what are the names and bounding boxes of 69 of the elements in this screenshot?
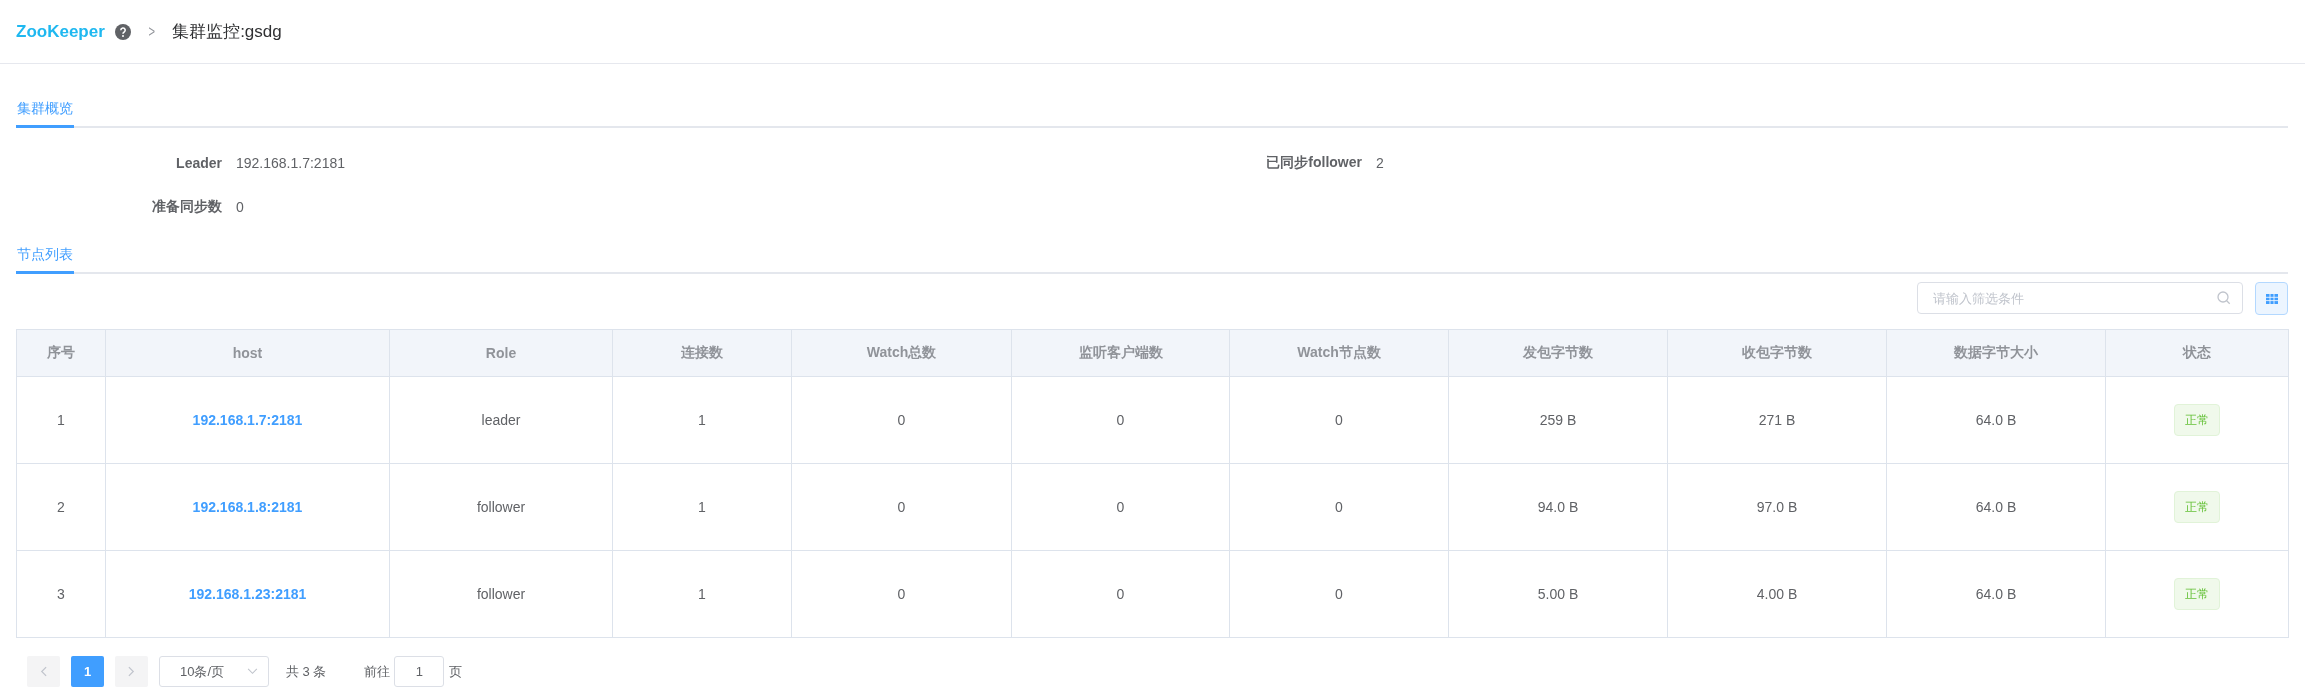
column-header: 发包字节数 [1448,329,1668,377]
column-header: host [105,329,390,377]
page-input[interactable]: 1 [394,656,445,687]
page-number[interactable]: 1 [71,656,104,687]
goto-label: 前往 [364,662,391,681]
table-cell: 64.0 B [1886,463,2106,551]
column-header: 数据字节大小 [1886,329,2106,377]
table-cell: 0 [791,376,1012,464]
table-cell: 1 [612,550,792,638]
column-header: 收包字节数 [1667,329,1887,377]
column-header: Watch节点数 [1229,329,1449,377]
column-header: 连接数 [612,329,792,377]
search-icon [2217,291,2231,305]
host-link[interactable]: 192.168.1.23:2181 [188,586,307,602]
table-cell: 1 [612,376,792,464]
field-label: Leader [175,155,222,171]
column-header: Role [389,329,613,377]
table-cell: 0 [791,550,1012,638]
host-link[interactable]: 192.168.1.8:2181 [192,499,303,515]
table-cell: 2 [16,463,106,551]
host-link[interactable]: 192.168.1.7:2181 [192,412,303,428]
field-value: 2 [1376,155,1384,171]
field-label: 准备同步数 [151,198,222,216]
table-cell: 0 [1011,463,1230,551]
column-header: 序号 [16,329,106,377]
table-cell: 0 [1229,463,1449,551]
table-cell: leader [389,376,613,464]
status-tag: 正常 [2174,491,2220,523]
table-cell: 0 [791,463,1012,551]
table-cell: 5.00 B [1448,550,1668,638]
chevron-right-icon [128,666,135,677]
breadcrumb-separator: > [148,22,155,41]
page-size-select[interactable]: 10条/页 [159,656,269,687]
search-field[interactable]: 请输入筛选条件 [1917,282,2243,314]
field-label: 已同步follower [1265,154,1362,172]
table-cell: 0 [1229,550,1449,638]
field-value: 192.168.1.7:2181 [236,155,345,171]
page-title: 集群监控:gsdg [172,21,282,43]
column-settings-button[interactable] [2255,282,2288,315]
table-cell: 259 B [1448,376,1668,464]
table-cell: follower [389,550,613,638]
grid-icon [2265,293,2278,304]
brand-link[interactable]: ZooKeeper [16,21,105,42]
table-cell: 4.00 B [1667,550,1887,638]
total-count: 共 3 条 [286,662,327,681]
table-cell: 3 [16,550,106,638]
table-cell: 0 [1229,376,1449,464]
table-cell: 0 [1011,376,1230,464]
status-tag: 正常 [2174,404,2220,436]
node-list-tab[interactable]: 节点列表 [16,241,74,274]
chevron-down-icon [247,668,258,675]
page-suffix: 页 [449,662,463,681]
column-header: 监听客户端数 [1011,329,1230,377]
table-cell: 64.0 B [1886,550,2106,638]
column-header: 状态 [2105,329,2289,377]
help-icon[interactable] [114,23,131,40]
chevron-left-icon [40,666,47,677]
table-cell: 94.0 B [1448,463,1668,551]
table-cell: follower [389,463,613,551]
overview-tab[interactable]: 集群概览 [16,95,74,128]
table-cell: 271 B [1667,376,1887,464]
column-header: Watch总数 [791,329,1012,377]
field-value: 0 [236,199,244,215]
status-tag: 正常 [2174,578,2220,610]
table-cell: 64.0 B [1886,376,2106,464]
table-cell: 97.0 B [1667,463,1887,551]
table-cell: 1 [16,376,106,464]
table-cell: 1 [612,463,792,551]
table-cell: 0 [1011,550,1230,638]
